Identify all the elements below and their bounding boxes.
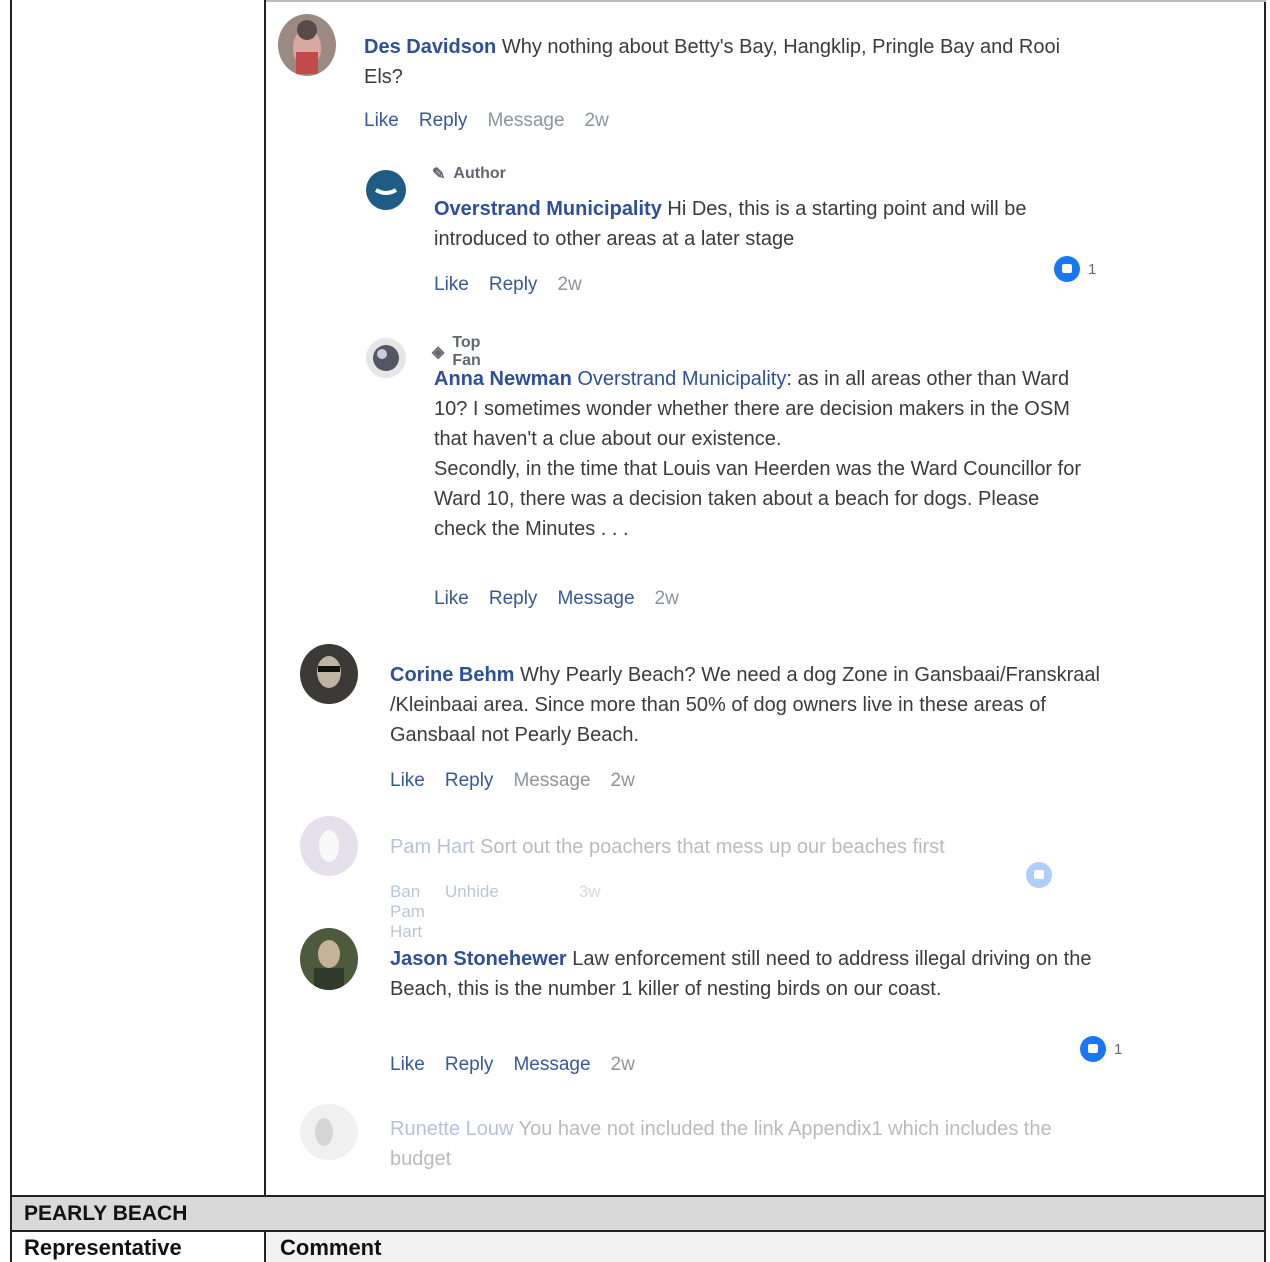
reaction-icon[interactable] xyxy=(1026,862,1060,888)
timestamp[interactable]: 2w xyxy=(557,274,581,296)
message-link[interactable]: Message xyxy=(557,588,634,610)
message-link[interactable]: Message xyxy=(513,1054,590,1076)
document-table-frame xyxy=(10,0,1266,1262)
column-header-representative: Representative xyxy=(24,1235,182,1260)
like-link[interactable]: Like xyxy=(434,274,469,296)
like-link[interactable]: Like xyxy=(390,770,425,792)
like-link[interactable]: Like xyxy=(390,1054,425,1076)
comment-actions: Like Reply Message 2w xyxy=(390,1054,635,1076)
avatar[interactable] xyxy=(366,338,406,378)
reaction-count[interactable]: 1 xyxy=(1080,1036,1122,1062)
comment-author[interactable]: Jason Stonehewer xyxy=(390,948,567,970)
comment-body: Des Davidson Why nothing about Betty's B… xyxy=(364,32,1064,92)
comment-author[interactable]: Runette Louw xyxy=(390,1118,513,1140)
mention-link[interactable]: Overstrand Municipality xyxy=(572,368,786,390)
avatar[interactable] xyxy=(300,644,358,704)
avatar[interactable] xyxy=(300,816,358,876)
comment-author[interactable]: Anna Newman xyxy=(434,368,572,390)
comment-text: Sort out the poachers that mess up our b… xyxy=(474,836,945,858)
like-reaction-icon xyxy=(1054,256,1080,282)
timestamp[interactable]: 3w xyxy=(579,882,601,942)
comment-body: Runette Louw You have not included the l… xyxy=(390,1114,1110,1174)
comment-author[interactable]: Pam Hart xyxy=(390,836,474,858)
comment-actions: Ban Pam Hart Unhide 3w xyxy=(390,882,601,942)
like-reaction-icon xyxy=(1026,862,1052,888)
ban-user-link[interactable]: Ban Pam Hart xyxy=(390,882,425,942)
comment-body: Jason Stonehewer Law enforcement still n… xyxy=(390,944,1110,1004)
top-border xyxy=(266,0,1266,2)
column-divider xyxy=(264,0,266,1195)
comment-body: Overstrand Municipality Hi Des, this is … xyxy=(434,194,1084,254)
diamond-icon: ◈ xyxy=(432,344,445,361)
comment-actions: Like Reply Message 2w xyxy=(390,770,635,792)
reply-link[interactable]: Reply xyxy=(445,770,494,792)
author-badge: ✎ Author xyxy=(432,165,506,183)
header-cell-background xyxy=(266,1232,1264,1262)
avatar[interactable] xyxy=(300,928,358,990)
reaction-count[interactable]: 1 xyxy=(1054,256,1096,282)
pencil-icon: ✎ xyxy=(432,166,446,183)
timestamp[interactable]: 2w xyxy=(585,110,609,132)
like-reaction-icon xyxy=(1080,1036,1106,1062)
comment-actions: Like Reply 2w xyxy=(434,274,582,296)
avatar[interactable] xyxy=(278,14,336,76)
column-header-comment: Comment xyxy=(280,1235,382,1260)
comment-actions: Like Reply Message 2w xyxy=(364,110,609,132)
section-row: PEARLY BEACH xyxy=(12,1197,1264,1230)
section-title: PEARLY BEACH xyxy=(24,1202,188,1225)
reply-link[interactable]: Reply xyxy=(419,110,468,132)
unhide-link[interactable]: Unhide xyxy=(445,882,499,942)
reply-link[interactable]: Reply xyxy=(489,274,538,296)
avatar[interactable] xyxy=(300,1104,358,1160)
timestamp[interactable]: 2w xyxy=(611,770,635,792)
avatar[interactable] xyxy=(366,170,406,210)
like-link[interactable]: Like xyxy=(364,110,399,132)
timestamp[interactable]: 2w xyxy=(611,1054,635,1076)
column-divider xyxy=(264,1232,266,1262)
comment-body: Anna Newman Overstrand Municipality: as … xyxy=(434,364,1094,544)
comment-body: Corine Behm Why Pearly Beach? We need a … xyxy=(390,660,1110,750)
comment-author[interactable]: Des Davidson xyxy=(364,36,496,58)
message-link[interactable]: Message xyxy=(513,770,590,792)
like-link[interactable]: Like xyxy=(434,588,469,610)
comment-actions: Like Reply Message 2w xyxy=(434,588,679,610)
message-link[interactable]: Message xyxy=(487,110,564,132)
comment-text-continued: Secondly, in the time that Louis van Hee… xyxy=(434,458,1081,540)
comment-author[interactable]: Overstrand Municipality xyxy=(434,198,662,220)
reply-link[interactable]: Reply xyxy=(445,1054,494,1076)
reply-link[interactable]: Reply xyxy=(489,588,538,610)
comment-body: Pam Hart Sort out the poachers that mess… xyxy=(390,832,1110,862)
comment-author[interactable]: Corine Behm xyxy=(390,664,514,686)
timestamp[interactable]: 2w xyxy=(655,588,679,610)
